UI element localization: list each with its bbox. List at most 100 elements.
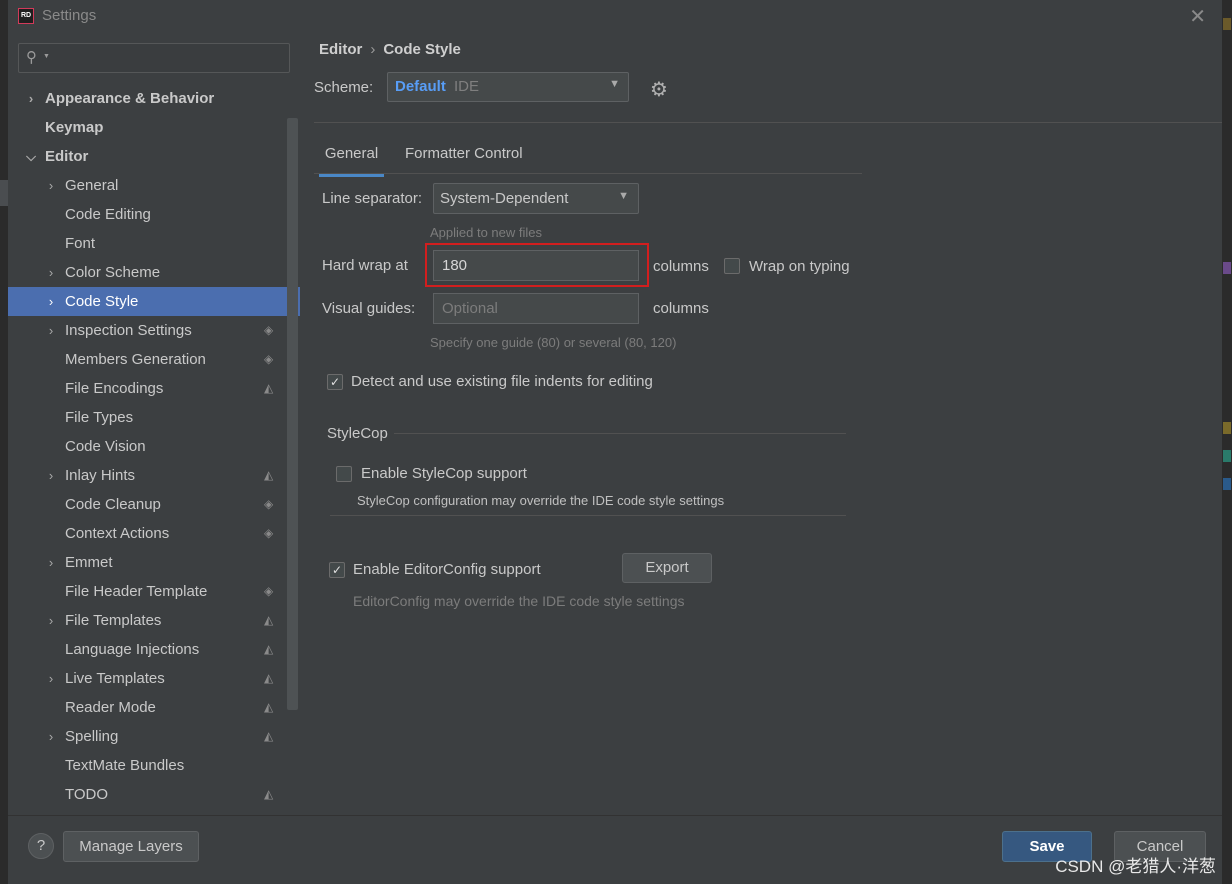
sidebar-item-label: Reader Mode bbox=[65, 699, 156, 716]
sidebar-item-file-types[interactable]: File Types bbox=[8, 403, 300, 432]
search-options-chevron-icon[interactable]: ▼ bbox=[43, 53, 50, 60]
sidebar-item-file-encodings[interactable]: File Encodings ◭ bbox=[8, 374, 300, 403]
stylecop-hint: StyleCop configuration may override the … bbox=[357, 493, 725, 508]
sidebar-item-inlay-hints[interactable]: › Inlay Hints ◭ bbox=[8, 461, 300, 490]
chevron-right-icon[interactable]: › bbox=[45, 606, 57, 635]
sidebar-item-context-actions[interactable]: Context Actions ◈ bbox=[8, 519, 300, 548]
sidebar-item-label: File Header Template bbox=[65, 583, 208, 600]
sidebar-item-label: Code Vision bbox=[65, 438, 146, 455]
manage-layers-button[interactable]: Manage Layers bbox=[63, 831, 199, 862]
rider-app-icon: RD bbox=[18, 8, 34, 24]
sidebar-scrollbar[interactable] bbox=[287, 118, 298, 710]
sidebar-item-font[interactable]: Font bbox=[8, 229, 300, 258]
background-code-fragment bbox=[1223, 450, 1231, 462]
sidebar-item-emmet[interactable]: › Emmet bbox=[8, 548, 300, 577]
single-layer-icon: ◭ bbox=[264, 613, 274, 627]
single-layer-icon: ◭ bbox=[264, 642, 274, 656]
sidebar-item-label: General bbox=[65, 177, 119, 194]
sidebar-item-file-header-template[interactable]: File Header Template ◈ bbox=[8, 577, 300, 606]
line-separator-dropdown[interactable]: System-Dependent ▼ bbox=[433, 183, 639, 214]
help-button[interactable]: ? bbox=[28, 833, 54, 859]
gear-icon[interactable]: ⚙ bbox=[650, 77, 668, 102]
sidebar-item-label: TODO bbox=[65, 786, 109, 803]
sidebar-item-label: Code Cleanup bbox=[65, 496, 161, 513]
wrap-on-typing-label: Wrap on typing bbox=[749, 258, 850, 275]
single-layer-icon: ◭ bbox=[264, 671, 274, 685]
sidebar-item-color-scheme[interactable]: › Color Scheme bbox=[8, 258, 300, 287]
sidebar-item-label: File Types bbox=[65, 409, 134, 426]
title-bar: RD Settings ✕ bbox=[8, 0, 1222, 32]
sidebar-item-label: Color Scheme bbox=[65, 264, 161, 281]
background-code-fragment bbox=[1223, 18, 1231, 30]
sidebar-item-file-templates[interactable]: › File Templates ◭ bbox=[8, 606, 300, 635]
chevron-right-icon[interactable]: › bbox=[45, 548, 57, 577]
chevron-right-icon[interactable]: › bbox=[45, 664, 57, 693]
sidebar-item-todo[interactable]: TODO ◭ bbox=[8, 780, 300, 809]
chevron-right-icon[interactable]: › bbox=[45, 722, 57, 751]
single-layer-icon: ◭ bbox=[264, 787, 274, 801]
sidebar-item-code-vision[interactable]: Code Vision bbox=[8, 432, 300, 461]
sidebar-item-textmate-bundles[interactable]: TextMate Bundles bbox=[8, 751, 300, 780]
sidebar-item-label: File Templates bbox=[65, 612, 162, 629]
sidebar-item-code-cleanup[interactable]: Code Cleanup ◈ bbox=[8, 490, 300, 519]
sidebar-item-live-templates[interactable]: › Live Templates ◭ bbox=[8, 664, 300, 693]
chevron-down-icon: ▼ bbox=[618, 190, 629, 202]
enable-editorconfig-checkbox[interactable]: ✓ bbox=[329, 562, 345, 578]
hard-wrap-label: Hard wrap at bbox=[322, 257, 408, 274]
export-button[interactable]: Export bbox=[622, 553, 712, 583]
background-editor-left bbox=[0, 0, 8, 883]
chevron-right-icon[interactable]: › bbox=[45, 258, 57, 287]
sidebar-item-code-style[interactable]: › Code Style bbox=[8, 287, 300, 316]
wrap-on-typing-checkbox[interactable] bbox=[724, 258, 740, 274]
chevron-right-icon[interactable]: › bbox=[45, 171, 57, 200]
csdn-watermark: CSDN @老猎人·洋葱 bbox=[1055, 857, 1216, 876]
scheme-type: IDE bbox=[454, 78, 480, 95]
sidebar-item-label: File Encodings bbox=[65, 380, 164, 397]
chevron-down-icon[interactable]: ⌵ bbox=[25, 142, 37, 171]
chevron-right-icon[interactable]: › bbox=[45, 316, 57, 345]
window-title: Settings bbox=[42, 7, 97, 24]
stylecop-group-divider bbox=[394, 433, 846, 434]
editorconfig-hint: EditorConfig may override the IDE code s… bbox=[353, 593, 685, 609]
close-icon[interactable]: ✕ bbox=[1189, 4, 1206, 29]
visual-guides-input[interactable] bbox=[433, 293, 639, 324]
tab-formatter-control[interactable]: Formatter Control bbox=[405, 144, 523, 174]
sidebar-item-editor[interactable]: ⌵ Editor bbox=[8, 142, 300, 171]
chevron-right-icon[interactable]: › bbox=[25, 84, 37, 113]
background-code-fragment bbox=[1223, 262, 1231, 274]
sidebar-item-spelling[interactable]: › Spelling ◭ bbox=[8, 722, 300, 751]
sidebar-item-reader-mode[interactable]: Reader Mode ◭ bbox=[8, 693, 300, 722]
sidebar-item-appearance-behavior[interactable]: › Appearance & Behavior bbox=[8, 84, 300, 113]
chevron-right-icon[interactable]: › bbox=[45, 461, 57, 490]
stylecop-group-title: StyleCop bbox=[327, 425, 388, 442]
detect-indents-checkbox[interactable]: ✓ bbox=[327, 374, 343, 390]
sidebar-item-inspection-settings[interactable]: › Inspection Settings ◈ bbox=[8, 316, 300, 345]
sidebar-item-label: Inspection Settings bbox=[65, 322, 192, 339]
divider bbox=[314, 122, 1222, 123]
visual-guides-label: Visual guides: bbox=[322, 300, 416, 317]
sidebar-item-label: Spelling bbox=[65, 728, 119, 745]
sidebar-item-label: TextMate Bundles bbox=[65, 757, 185, 774]
sidebar-item-label: Language Injections bbox=[65, 641, 200, 658]
stylecop-group-bottom-divider bbox=[330, 515, 846, 516]
background-marker bbox=[0, 180, 8, 206]
settings-dialog: RD Settings ✕ ⚲ ▼ › Appearance & Behavior… bbox=[8, 0, 1222, 884]
sidebar-item-language-injections[interactable]: Language Injections ◭ bbox=[8, 635, 300, 664]
sidebar-item-keymap[interactable]: Keymap bbox=[8, 113, 300, 142]
settings-sidebar: ⚲ ▼ › Appearance & Behavior Keymap ⌵ Editor ›… bbox=[8, 32, 300, 815]
detect-indents-label: Detect and use existing file indents for… bbox=[351, 373, 653, 390]
chevron-right-icon[interactable]: › bbox=[45, 287, 57, 316]
visual-guides-hint: Specify one guide (80) or several (80, 1… bbox=[430, 335, 677, 350]
sidebar-item-members-generation[interactable]: Members Generation ◈ bbox=[8, 345, 300, 374]
single-layer-icon: ◭ bbox=[264, 700, 274, 714]
visual-guides-columns-label: columns bbox=[653, 300, 709, 317]
enable-stylecop-label: Enable StyleCop support bbox=[361, 465, 527, 482]
scheme-dropdown[interactable]: Default IDE ▼ bbox=[387, 72, 629, 102]
enable-stylecop-checkbox[interactable] bbox=[336, 466, 352, 482]
line-separator-value: System-Dependent bbox=[440, 190, 569, 207]
breadcrumb-parent[interactable]: Editor bbox=[319, 41, 362, 58]
tab-underline bbox=[314, 173, 862, 174]
sidebar-item-code-editing[interactable]: Code Editing bbox=[8, 200, 300, 229]
sidebar-item-general[interactable]: › General bbox=[8, 171, 300, 200]
settings-search-input[interactable]: ⚲ ▼ bbox=[18, 43, 290, 73]
